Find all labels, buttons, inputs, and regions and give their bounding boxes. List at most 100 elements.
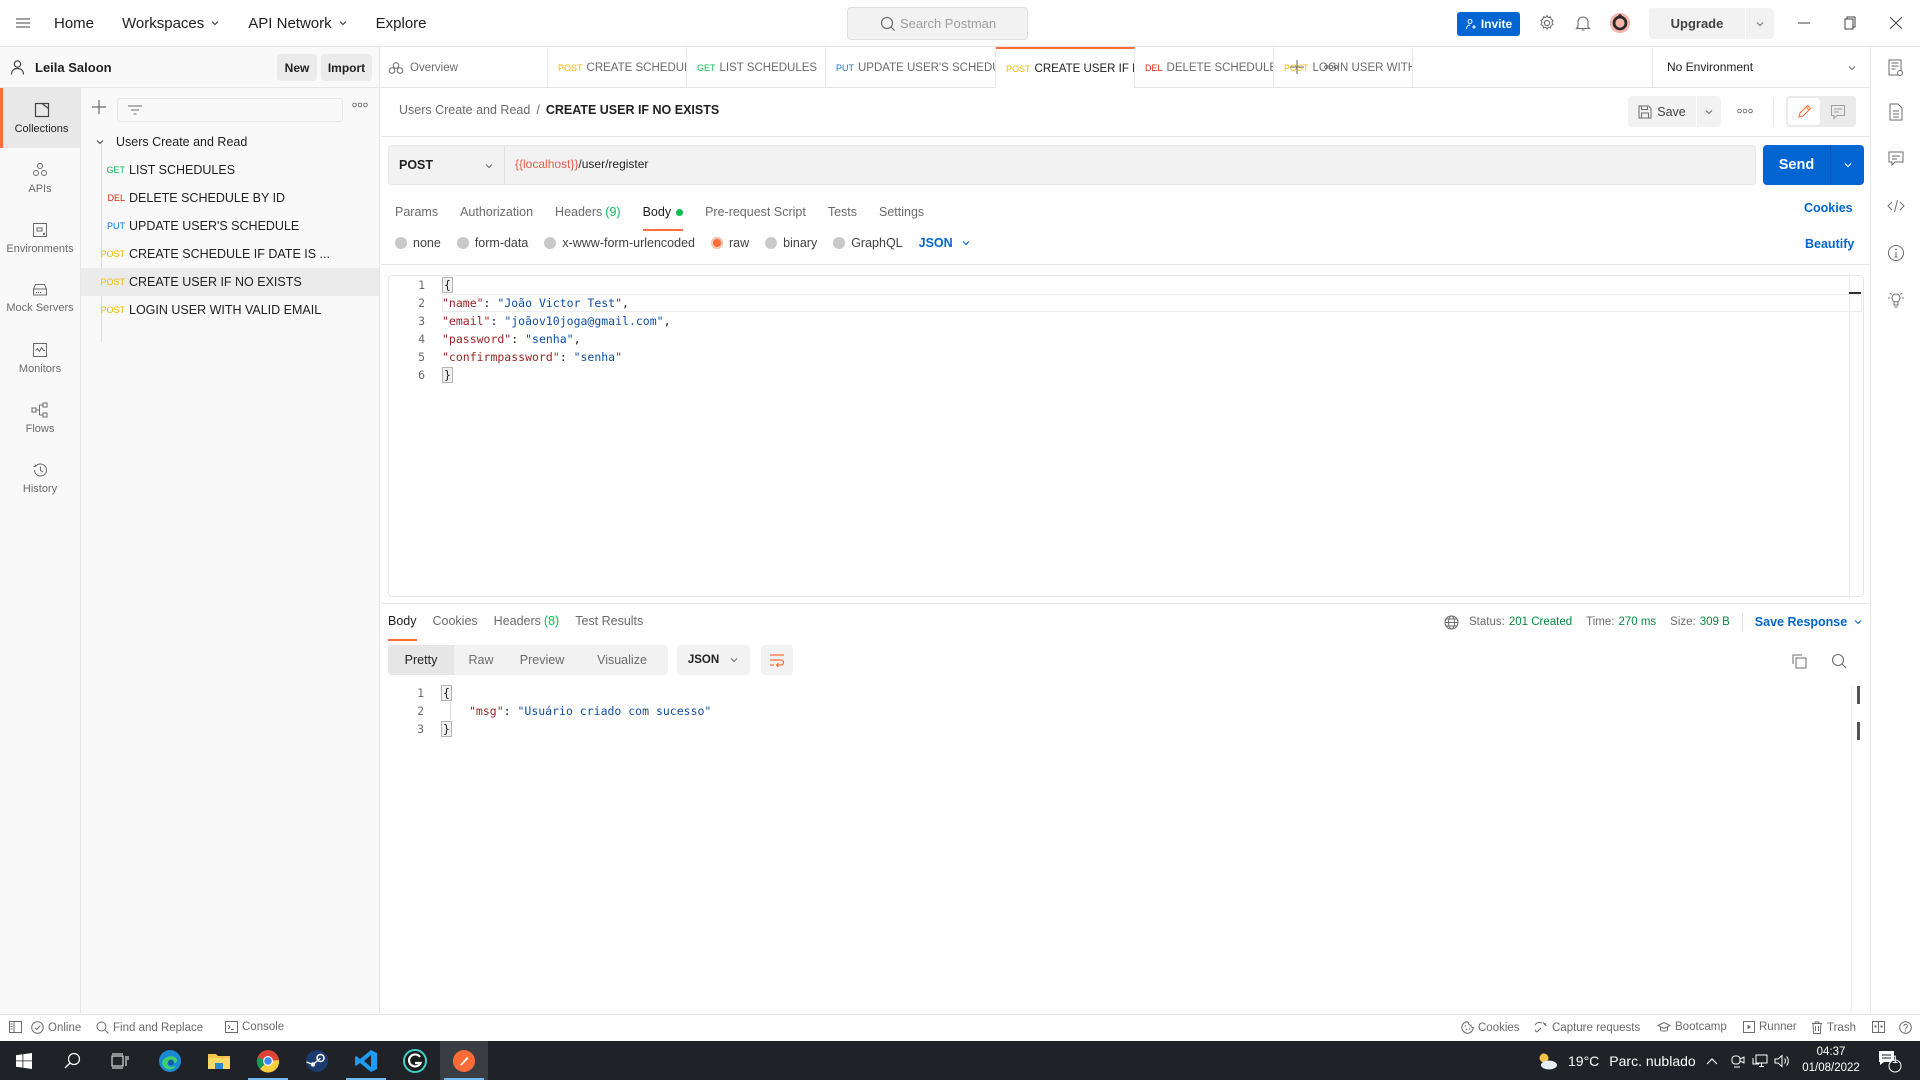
save-dropdown-button[interactable] [1697,96,1721,127]
documentation-button[interactable] [1886,102,1906,122]
response-body-viewer[interactable]: 1{2 "msg": "Usuário criado com sucesso" 3} [388,685,1866,1012]
taskbar-file-explorer[interactable] [195,1041,243,1080]
minimize-button[interactable] [1793,12,1815,34]
response-tab-cookies[interactable]: Cookies [433,612,478,630]
body-type-none[interactable]: none [395,236,441,250]
more-options-button[interactable] [352,102,368,108]
taskbar-postman[interactable] [440,1041,488,1080]
tab-tests[interactable]: Tests [828,201,857,223]
view-pretty[interactable]: Pretty [388,645,454,675]
tab-headers[interactable]: Headers (9) [555,201,621,223]
environment-selector[interactable]: No Environment [1652,47,1870,88]
tab-authorization[interactable]: Authorization [460,201,533,223]
taskbar-edge[interactable] [146,1041,194,1080]
cookies-link[interactable]: Cookies [1804,201,1853,215]
response-scrollbar[interactable] [1851,686,1865,1012]
tab-request[interactable]: POSTCREATE SCHEDULE IF D [548,47,687,88]
taskbar-search-button[interactable] [48,1041,96,1080]
tab-params[interactable]: Params [395,201,438,223]
body-type-x-www-form-urlencoded[interactable]: x-www-form-urlencoded [544,236,695,250]
comments-button[interactable] [1886,149,1906,169]
console-button[interactable]: Console [225,1021,284,1033]
comment-mode-button[interactable] [1822,98,1854,125]
edit-mode-button[interactable] [1788,98,1820,125]
network-button[interactable] [1752,1041,1768,1080]
find-replace-button[interactable]: Find and Replace [96,1021,203,1034]
radio-button[interactable] [765,237,778,249]
response-language-select[interactable]: JSON [677,645,750,675]
volume-button[interactable] [1774,1041,1791,1080]
filter-input[interactable] [117,98,343,122]
response-tab-test-results[interactable]: Test Results [575,612,643,630]
tab-request[interactable]: DELDELETE SCHEDULE BY I [1135,47,1274,88]
import-button[interactable]: Import [321,54,372,81]
start-button[interactable] [0,1041,48,1080]
tab-request[interactable]: PUT UPDATE USER'S SCHEDU [826,47,996,88]
collection-request-item[interactable]: POST LOGIN USER WITH VALID EMAIL [81,296,379,324]
weather-widget[interactable]: 19°C Parc. nublado [1535,1041,1696,1080]
sidebar-item-monitors[interactable]: Monitors [0,328,80,388]
status-value[interactable]: 201 Created [1509,616,1572,628]
collection-folder[interactable]: Users Create and Read [81,128,379,156]
send-button[interactable]: Send [1763,145,1830,185]
collection-request-item[interactable]: POST CREATE USER IF NO EXISTS [81,268,379,296]
save-response-button[interactable]: Save Response [1755,615,1863,629]
online-status[interactable]: Online [31,1021,81,1034]
sidebar-item-mock-servers[interactable]: Mock Servers [0,268,80,328]
tab-settings[interactable]: Settings [879,201,924,223]
notifications-button[interactable] [1572,12,1594,34]
tab-request[interactable]: POSTCREATE USER IF NO [996,47,1135,88]
environment-quick-look-button[interactable] [1886,58,1906,78]
collection-request-item[interactable]: GET LIST SCHEDULES [81,156,379,184]
sidebar-item-environments[interactable]: Environments [0,208,80,268]
radio-button[interactable] [544,237,557,249]
trash-button[interactable]: Trash [1811,1021,1856,1034]
editor-scrollbar[interactable] [1849,276,1863,596]
tab-more-button[interactable] [1324,64,1338,70]
sidebar-item-history[interactable]: History [0,448,80,508]
taskbar-clock[interactable]: 04:37 01/08/2022 [1795,1044,1867,1076]
tab-pre-request-script[interactable]: Pre-request Script [705,201,806,223]
info-button[interactable] [1886,243,1906,263]
taskbar-steam[interactable] [293,1041,341,1080]
sidebar-item-apis[interactable]: APIs [0,148,80,208]
radio-button[interactable] [833,237,846,249]
search-response-button[interactable] [1829,651,1849,671]
view-visualize[interactable]: Visualize [576,645,668,675]
meet-now-button[interactable] [1731,1041,1745,1080]
capture-requests-button[interactable]: Capture requests [1535,1021,1640,1034]
radio-button[interactable] [395,237,407,249]
runner-button[interactable]: Runner [1743,1021,1797,1033]
pane-divider[interactable] [381,603,1870,604]
invite-button[interactable]: Invite [1457,12,1520,36]
beautify-link[interactable]: Beautify [1805,237,1854,251]
method-select[interactable]: POST [389,146,505,184]
scroll-thumb-bottom[interactable] [1857,722,1860,740]
save-button[interactable]: Save [1628,96,1696,127]
search-input[interactable]: Search Postman [847,7,1028,40]
scroll-thumb[interactable] [1849,292,1861,294]
scroll-thumb-top[interactable] [1857,686,1860,704]
view-raw[interactable]: Raw [454,645,508,675]
upgrade-button[interactable]: Upgrade [1649,8,1745,39]
suggestions-button[interactable] [1886,290,1906,310]
nav-explore[interactable]: Explore [376,15,427,32]
wrap-lines-button[interactable] [761,645,793,675]
notification-center-button[interactable]: 1 [1877,1041,1903,1080]
breadcrumb-current[interactable]: CREATE USER IF NO EXISTS [546,103,719,117]
url-input[interactable]: {{localhost}}/user/register [515,157,648,171]
collection-request-item[interactable]: DEL DELETE SCHEDULE BY ID [81,184,379,212]
copy-response-button[interactable] [1789,651,1809,671]
body-type-form-data[interactable]: form-data [456,236,528,250]
collection-request-item[interactable]: PUT UPDATE USER'S SCHEDULE [81,212,379,240]
send-dropdown-button[interactable] [1830,145,1864,185]
collection-request-item[interactable]: POST CREATE SCHEDULE IF DATE IS ... [81,240,379,268]
hamburger-menu-button[interactable] [0,0,46,46]
time-value[interactable]: 270 ms [1618,616,1656,628]
radio-button[interactable] [711,237,723,249]
settings-button[interactable] [1536,12,1558,34]
size-value[interactable]: 309 B [1700,616,1730,628]
body-type-graphql[interactable]: GraphQL [833,236,903,250]
tab-body[interactable]: Body [642,201,684,231]
tab-request[interactable]: GET LIST SCHEDULES [687,47,826,88]
